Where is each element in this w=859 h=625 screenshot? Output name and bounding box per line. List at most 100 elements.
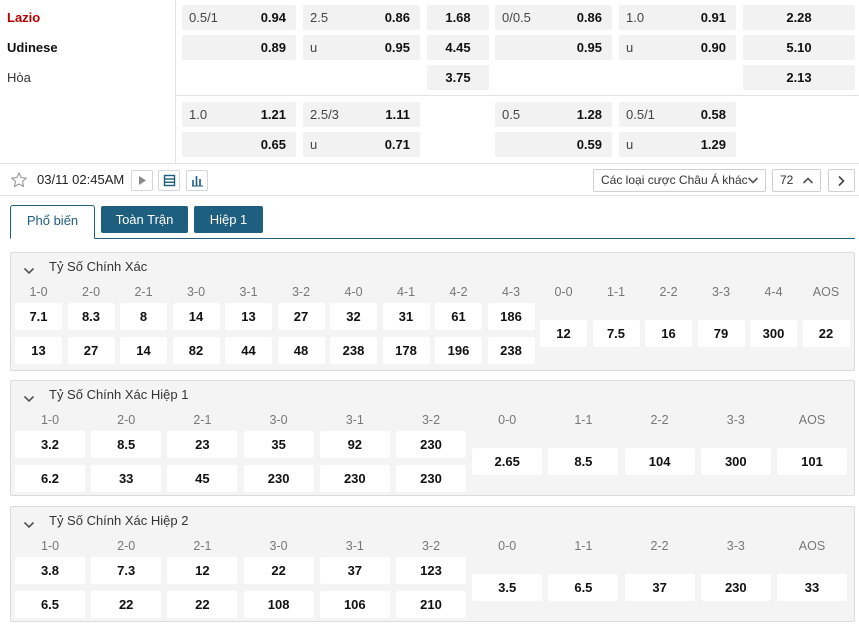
handicap-odd-cell[interactable]: 0.95 bbox=[495, 35, 612, 60]
1x2-odd-cell[interactable]: 2.28 bbox=[743, 5, 855, 30]
away-score-odd[interactable]: 13 bbox=[15, 337, 62, 364]
draw-score-odd[interactable]: 2.65 bbox=[472, 448, 543, 475]
away-score-odd[interactable]: 230 bbox=[243, 465, 314, 492]
away-score-odd[interactable]: 230 bbox=[319, 465, 390, 492]
draw-score-odd[interactable]: 79 bbox=[697, 320, 745, 347]
tab-full-match[interactable]: Toàn Trận bbox=[101, 206, 188, 233]
handicap-odd-cell[interactable]: 0.5 1.28 bbox=[495, 102, 612, 127]
market-type-select[interactable]: Các loại cược Châu Á khác bbox=[593, 169, 766, 192]
star-icon[interactable] bbox=[10, 171, 28, 189]
chevron-down-icon[interactable] bbox=[23, 263, 35, 278]
away-score-odd[interactable]: 22 bbox=[167, 591, 238, 618]
away-score-odd[interactable]: 27 bbox=[67, 337, 115, 364]
home-score-odd[interactable]: 8.3 bbox=[67, 303, 115, 330]
away-score-odd[interactable]: 33 bbox=[91, 465, 162, 492]
draw-score-odd[interactable]: 101 bbox=[777, 448, 847, 475]
list-view-button[interactable] bbox=[158, 170, 180, 191]
over-under-odd-cell[interactable]: u 0.95 bbox=[303, 35, 420, 60]
over-under-odd-cell[interactable]: 1.0 0.91 bbox=[619, 5, 736, 30]
away-score-odd[interactable]: 210 bbox=[396, 591, 466, 618]
away-score-odd[interactable]: 238 bbox=[330, 337, 377, 364]
home-score-odd[interactable]: 230 bbox=[396, 431, 466, 458]
draw-score-odd[interactable]: 12 bbox=[540, 320, 587, 347]
draw-score-odd[interactable]: 22 bbox=[802, 320, 850, 347]
home-score-odd[interactable]: 3.2 bbox=[15, 431, 85, 458]
over-under-odd-cell[interactable]: 0.5/1 0.58 bbox=[619, 102, 736, 127]
draw-score-odd[interactable]: 7.5 bbox=[592, 320, 640, 347]
home-score-odd[interactable]: 3.8 bbox=[15, 557, 85, 584]
half2-exact-score-section: Tỷ Số Chính Xác Hiệp 2 1-0 3.8 6.5 2-0 7.3 22… bbox=[10, 506, 855, 622]
away-score-odd[interactable]: 44 bbox=[225, 337, 272, 364]
away-score-odd[interactable]: 82 bbox=[172, 337, 220, 364]
away-score-odd[interactable]: 230 bbox=[396, 465, 466, 492]
home-score-odd[interactable]: 22 bbox=[243, 557, 314, 584]
handicap-odd-cell[interactable]: 0.5/1 0.94 bbox=[182, 5, 296, 30]
draw-score-odd[interactable]: 8.5 bbox=[548, 448, 619, 475]
tab-half1[interactable]: Hiệp 1 bbox=[194, 206, 263, 233]
draw-score-odd[interactable]: 104 bbox=[624, 448, 695, 475]
odds-summary: Lazio Udinese Hòa 0.5/1 0.94 2.5 0.86 1.… bbox=[0, 0, 859, 164]
away-score-odd[interactable]: 178 bbox=[382, 337, 430, 364]
over-under-odd-cell[interactable]: 2.5 0.86 bbox=[303, 5, 420, 30]
handicap-odd-cell[interactable]: 0.59 bbox=[495, 132, 612, 157]
home-score-odd[interactable]: 27 bbox=[277, 303, 325, 330]
draw-score-odd[interactable]: 3.5 bbox=[472, 574, 543, 601]
home-score-odd[interactable]: 37 bbox=[319, 557, 390, 584]
home-score-odd[interactable]: 14 bbox=[172, 303, 220, 330]
home-score-odd[interactable]: 32 bbox=[330, 303, 377, 330]
away-score-odd[interactable]: 6.2 bbox=[15, 465, 85, 492]
1x2-odd-cell[interactable]: 4.45 bbox=[427, 35, 489, 60]
draw-score-odd[interactable]: 6.5 bbox=[548, 574, 619, 601]
handicap-odd-cell[interactable]: 0.89 bbox=[182, 35, 296, 60]
handicap-odd-cell[interactable]: 0.65 bbox=[182, 132, 296, 157]
over-under-odd-cell[interactable]: u 1.29 bbox=[619, 132, 736, 157]
home-score-odd[interactable]: 12 bbox=[167, 557, 238, 584]
handicap-odd-cell[interactable]: 1.0 1.21 bbox=[182, 102, 296, 127]
next-button[interactable] bbox=[828, 169, 855, 192]
play-button[interactable] bbox=[131, 170, 153, 191]
chevron-down-icon[interactable] bbox=[23, 517, 35, 532]
1x2-odd-cell[interactable]: 2.13 bbox=[743, 65, 855, 90]
home-score-odd[interactable]: 23 bbox=[167, 431, 238, 458]
1x2-odd-cell[interactable]: 5.10 bbox=[743, 35, 855, 60]
chevron-down-icon[interactable] bbox=[23, 391, 35, 406]
draw-score-odd[interactable]: 230 bbox=[700, 574, 771, 601]
over-under-odd-cell[interactable]: u 0.71 bbox=[303, 132, 420, 157]
away-score-odd[interactable]: 45 bbox=[167, 465, 238, 492]
draw-score-odd[interactable]: 33 bbox=[777, 574, 847, 601]
home-score-odd[interactable]: 123 bbox=[396, 557, 466, 584]
home-score-odd[interactable]: 13 bbox=[225, 303, 272, 330]
tab-popular[interactable]: Phổ biến bbox=[10, 205, 95, 239]
away-score-odd[interactable]: 6.5 bbox=[15, 591, 85, 618]
score-header: 2-0 bbox=[81, 285, 101, 299]
away-score-odd[interactable]: 22 bbox=[91, 591, 162, 618]
away-score-odd[interactable]: 106 bbox=[319, 591, 390, 618]
draw-score-odd[interactable]: 300 bbox=[750, 320, 797, 347]
away-score-odd[interactable]: 196 bbox=[435, 337, 482, 364]
home-score-odd[interactable]: 7.1 bbox=[15, 303, 62, 330]
over-under-odd-cell[interactable]: 2.5/3 1.11 bbox=[303, 102, 420, 127]
home-score-odd[interactable]: 92 bbox=[319, 431, 390, 458]
home-score-odd[interactable]: 31 bbox=[382, 303, 430, 330]
away-score-odd[interactable]: 48 bbox=[277, 337, 325, 364]
1x2-odd-cell[interactable]: 3.75 bbox=[427, 65, 489, 90]
home-score-odd[interactable]: 35 bbox=[243, 431, 314, 458]
draw-score-odd[interactable]: 37 bbox=[624, 574, 695, 601]
score-header: 2-2 bbox=[650, 539, 669, 553]
market-count-toggle[interactable]: 72 bbox=[772, 169, 821, 192]
1x2-odd-cell[interactable]: 1.68 bbox=[427, 5, 489, 30]
stats-button[interactable] bbox=[186, 170, 208, 191]
draw-score-odd[interactable]: 16 bbox=[645, 320, 692, 347]
draw-score-odd[interactable]: 300 bbox=[700, 448, 771, 475]
home-score-odd[interactable]: 186 bbox=[487, 303, 535, 330]
home-score-odd[interactable]: 8.5 bbox=[91, 431, 162, 458]
home-score-odd[interactable]: 61 bbox=[435, 303, 482, 330]
away-score-odd[interactable]: 108 bbox=[243, 591, 314, 618]
home-score-odd[interactable]: 8 bbox=[120, 303, 167, 330]
odd-value: 0.89 bbox=[260, 40, 286, 55]
handicap-odd-cell[interactable]: 0/0.5 0.86 bbox=[495, 5, 612, 30]
away-score-odd[interactable]: 238 bbox=[487, 337, 535, 364]
over-under-odd-cell[interactable]: u 0.90 bbox=[619, 35, 736, 60]
away-score-odd[interactable]: 14 bbox=[120, 337, 167, 364]
home-score-odd[interactable]: 7.3 bbox=[91, 557, 162, 584]
